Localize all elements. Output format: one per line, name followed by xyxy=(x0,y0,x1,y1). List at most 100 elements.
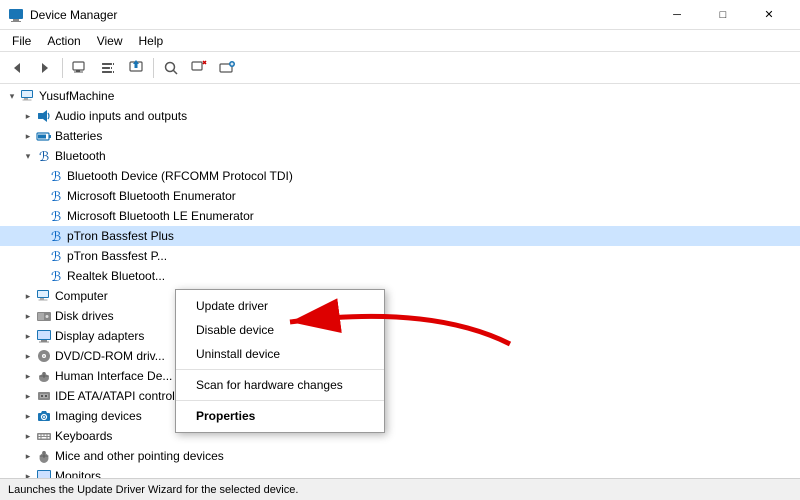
update-driver-button[interactable] xyxy=(123,56,149,80)
menu-bar: File Action View Help xyxy=(0,30,800,52)
tree-label-ide: IDE ATA/ATAPI controllers xyxy=(55,389,194,403)
tree-item-mice[interactable]: ▸ Mice and other pointing devices xyxy=(0,446,800,466)
tree-arrow-bt4 xyxy=(40,228,48,244)
forward-button[interactable] xyxy=(32,56,58,80)
svg-text:ℬ: ℬ xyxy=(51,209,61,224)
tree-label-hid: Human Interface De... xyxy=(55,369,172,383)
tree-item-bt6[interactable]: ℬ Realtek Bluetoot... xyxy=(0,266,800,286)
scan-hardware-button[interactable] xyxy=(158,56,184,80)
ctx-uninstall-device[interactable]: Uninstall device xyxy=(176,342,384,366)
audio-icon xyxy=(36,108,52,124)
tree-item-disk[interactable]: ▸ Disk drives xyxy=(0,306,800,326)
keyboard-icon xyxy=(36,428,52,444)
tree-arrow-bt2 xyxy=(40,188,48,204)
svg-text:ℬ: ℬ xyxy=(51,229,61,244)
display-icon xyxy=(36,328,52,344)
tree-item-hid[interactable]: ▸ Human Interface De... xyxy=(0,366,800,386)
tree-arrow-hid: ▸ xyxy=(20,368,36,384)
uninstall-button[interactable] xyxy=(186,56,212,80)
tree-item-bt2[interactable]: ℬ Microsoft Bluetooth Enumerator xyxy=(0,186,800,206)
menu-action[interactable]: Action xyxy=(39,30,88,52)
tree-label-audio: Audio inputs and outputs xyxy=(55,109,187,123)
tree-item-bt3[interactable]: ℬ Microsoft Bluetooth LE Enumerator xyxy=(0,206,800,226)
tree-label-bt4: pTron Bassfest Plus xyxy=(67,229,174,243)
tree-label-dvd: DVD/CD-ROM driv... xyxy=(55,349,165,363)
tree-item-bt4[interactable]: ℬ pTron Bassfest Plus xyxy=(0,226,800,246)
bt-device5-icon: ℬ xyxy=(48,248,64,264)
tree-item-bluetooth[interactable]: ▾ ℬ Bluetooth xyxy=(0,146,800,166)
svg-text:ℬ: ℬ xyxy=(51,189,61,204)
tree-arrow-mice: ▸ xyxy=(20,448,36,464)
tree-item-ide[interactable]: ▸ IDE ATA/ATAPI controllers xyxy=(0,386,800,406)
svg-text:ℬ: ℬ xyxy=(51,249,61,264)
tree-arrow-bt1 xyxy=(40,168,48,184)
toolbar-sep-1 xyxy=(62,58,63,78)
ctx-properties[interactable]: Properties xyxy=(176,404,384,428)
tree-arrow-dvd: ▸ xyxy=(20,348,36,364)
window-controls: ─ □ ✕ xyxy=(654,0,792,30)
ctx-disable-device[interactable]: Disable device xyxy=(176,318,384,342)
properties-button[interactable] xyxy=(95,56,121,80)
tree-label-bt1: Bluetooth Device (RFCOMM Protocol TDI) xyxy=(67,169,293,183)
tree-arrow-audio: ▸ xyxy=(20,108,36,124)
menu-view[interactable]: View xyxy=(89,30,131,52)
ctx-sep-1 xyxy=(176,369,384,370)
tree-label-batteries: Batteries xyxy=(55,129,102,143)
tree-item-root[interactable]: ▾ YusufMachine xyxy=(0,86,800,106)
maximize-button[interactable]: □ xyxy=(700,0,746,30)
mouse-icon xyxy=(36,448,52,464)
menu-help[interactable]: Help xyxy=(131,30,172,52)
disk-icon xyxy=(36,308,52,324)
tree-label-imaging: Imaging devices xyxy=(55,409,142,423)
ide-icon xyxy=(36,388,52,404)
battery-icon xyxy=(36,128,52,144)
title-bar: Device Manager ─ □ ✕ xyxy=(0,0,800,30)
close-button[interactable]: ✕ xyxy=(746,0,792,30)
ctx-scan-hardware[interactable]: Scan for hardware changes xyxy=(176,373,384,397)
tree-item-bt1[interactable]: ℬ Bluetooth Device (RFCOMM Protocol TDI) xyxy=(0,166,800,186)
bt-device1-icon: ℬ xyxy=(48,168,64,184)
window-title: Device Manager xyxy=(30,8,654,22)
computer-icon xyxy=(20,88,36,104)
tree-item-dvd[interactable]: ▸ DVD/CD-ROM driv... xyxy=(0,346,800,366)
bt-device3-icon: ℬ xyxy=(48,208,64,224)
add-driver-button[interactable] xyxy=(214,56,240,80)
tree-item-audio[interactable]: ▸ Audio inputs and outputs xyxy=(0,106,800,126)
tree-item-keyboards[interactable]: ▸ Keyboards xyxy=(0,426,800,446)
hid-icon xyxy=(36,368,52,384)
tree-label-bt2: Microsoft Bluetooth Enumerator xyxy=(67,189,236,203)
tree-item-monitors[interactable]: ▸ Monitors xyxy=(0,466,800,478)
bluetooth-icon: ℬ xyxy=(36,148,52,164)
tree-item-batteries[interactable]: ▸ Batteries xyxy=(0,126,800,146)
tree-arrow-imaging: ▸ xyxy=(20,408,36,424)
ctx-update-driver[interactable]: Update driver xyxy=(176,294,384,318)
bt-device4-icon: ℬ xyxy=(48,228,64,244)
tree-item-bt5[interactable]: ℬ pTron Bassfest P... xyxy=(0,246,800,266)
toolbar-sep-2 xyxy=(153,58,154,78)
status-bar: Launches the Update Driver Wizard for th… xyxy=(0,478,800,500)
svg-text:ℬ: ℬ xyxy=(51,169,61,184)
tree-label-monitors: Monitors xyxy=(55,469,101,478)
context-menu: Update driver Disable device Uninstall d… xyxy=(175,289,385,433)
tree-label-mice: Mice and other pointing devices xyxy=(55,449,224,463)
device-manager-button[interactable] xyxy=(67,56,93,80)
tree-item-computer[interactable]: ▸ Computer xyxy=(0,286,800,306)
back-button[interactable] xyxy=(4,56,30,80)
tree-arrow-computer: ▸ xyxy=(20,288,36,304)
tree-item-imaging[interactable]: ▸ Imaging devices xyxy=(0,406,800,426)
menu-file[interactable]: File xyxy=(4,30,39,52)
minimize-button[interactable]: ─ xyxy=(654,0,700,30)
tree-label-bt3: Microsoft Bluetooth LE Enumerator xyxy=(67,209,254,223)
tree-arrow-monitors: ▸ xyxy=(20,468,36,478)
tree-arrow-root: ▾ xyxy=(4,88,20,104)
tree-arrow-display: ▸ xyxy=(20,328,36,344)
svg-text:ℬ: ℬ xyxy=(51,269,61,284)
app-icon xyxy=(8,7,24,23)
tree-arrow-batteries: ▸ xyxy=(20,128,36,144)
bt-device6-icon: ℬ xyxy=(48,268,64,284)
tree-label-disk: Disk drives xyxy=(55,309,114,323)
tree-label-display: Display adapters xyxy=(55,329,144,343)
device-tree[interactable]: ▾ YusufMachine ▸ Audio in xyxy=(0,84,800,478)
tree-arrow-ide: ▸ xyxy=(20,388,36,404)
tree-item-display[interactable]: ▸ Display adapters xyxy=(0,326,800,346)
